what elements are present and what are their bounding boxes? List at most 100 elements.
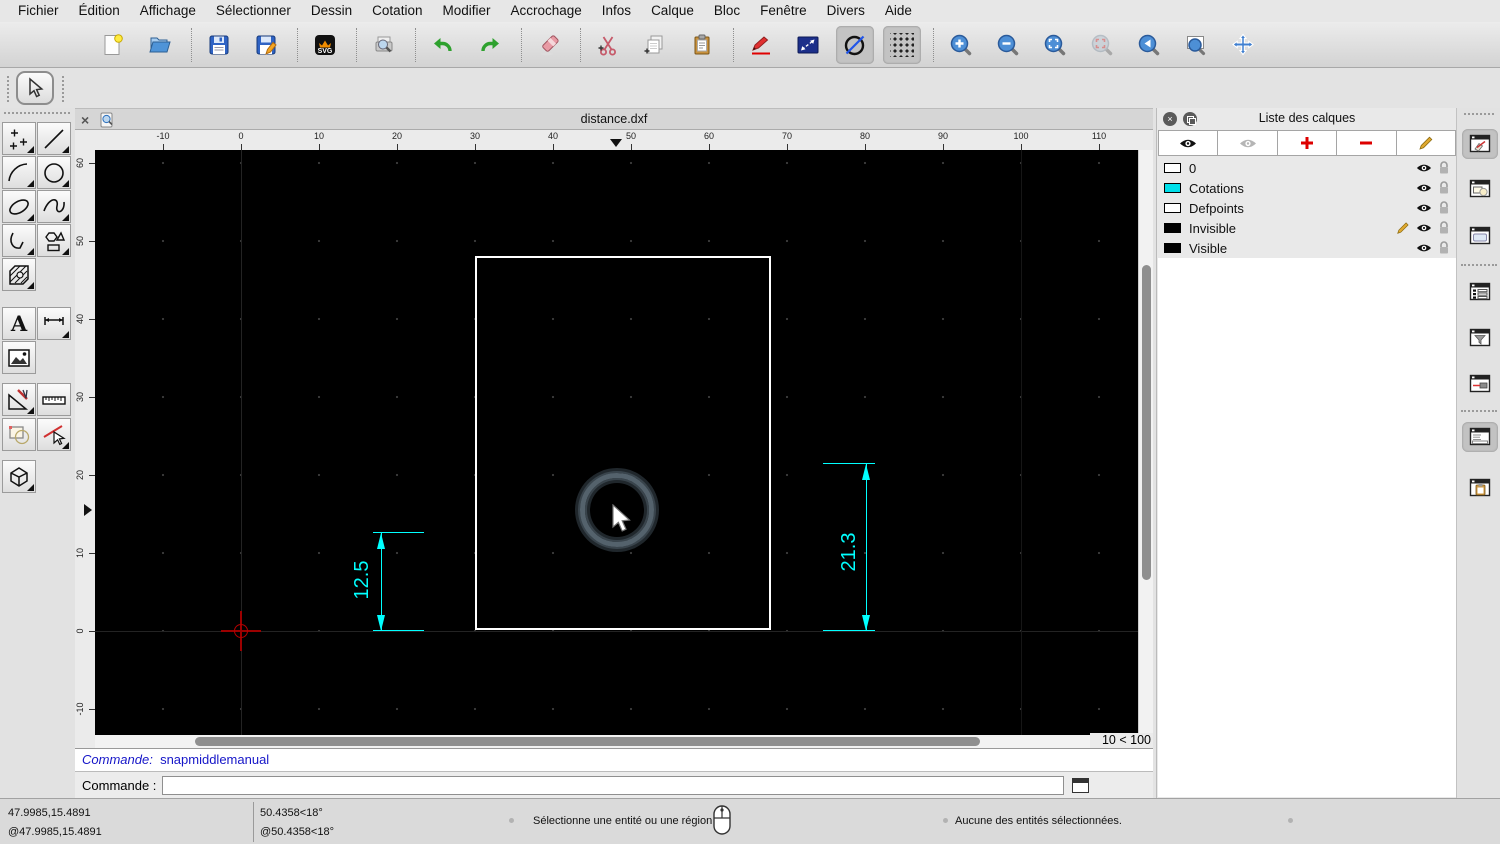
add-layer-button[interactable] — [1278, 131, 1338, 155]
pen-attributes-button[interactable] — [742, 26, 780, 64]
layer-lock-icon[interactable] — [1438, 241, 1450, 255]
redo-button[interactable] — [471, 26, 509, 64]
delete-button[interactable] — [530, 26, 568, 64]
circle-line-tool-button[interactable] — [836, 25, 874, 64]
selection-tool-button[interactable] — [16, 71, 54, 105]
hide-all-layers-button[interactable] — [1218, 131, 1278, 155]
horizontal-scrollbar[interactable] — [95, 735, 1090, 748]
toggle-clipboard-panel-button[interactable] — [1465, 473, 1495, 503]
menu-infos[interactable]: Infos — [592, 0, 641, 22]
export-svg-button[interactable]: SVG — [306, 26, 344, 64]
zoom-previous-button[interactable] — [1130, 26, 1168, 64]
menu-bloc[interactable]: Bloc — [704, 0, 750, 22]
palette-drag-handle[interactable] — [4, 112, 70, 114]
spline-tool-button[interactable] — [37, 190, 71, 223]
deselect-tool-button[interactable] — [37, 418, 71, 451]
menu-modifier[interactable]: Modifier — [432, 0, 500, 22]
layer-visibility-eye-icon[interactable] — [1416, 162, 1432, 174]
circle-tool-button[interactable] — [37, 156, 71, 189]
command-dock-button[interactable] — [1072, 777, 1090, 793]
hatch-tool-button[interactable] — [2, 258, 36, 291]
image-tool-button[interactable] — [2, 341, 36, 374]
menu-accrochage[interactable]: Accrochage — [500, 0, 591, 22]
menu-divers[interactable]: Divers — [817, 0, 875, 22]
menu-e-dition[interactable]: Édition — [69, 0, 130, 22]
zoom-out-button[interactable] — [989, 26, 1027, 64]
layer-color-swatch[interactable] — [1164, 163, 1181, 173]
undo-button[interactable] — [424, 26, 462, 64]
toggle-command-widget-button[interactable] — [1462, 422, 1498, 452]
dimension-tool-button[interactable] — [37, 307, 71, 340]
points-tool-button[interactable] — [2, 122, 36, 155]
toolbar-drag-handle[interactable] — [7, 76, 9, 102]
drawing-canvas[interactable]: 12.5 21.3 — [95, 150, 1138, 735]
layer-visibility-eye-icon[interactable] — [1416, 242, 1432, 254]
distance-tool-button[interactable] — [789, 26, 827, 64]
save-as-button[interactable] — [247, 26, 285, 64]
layer-row-invisible[interactable]: Invisible — [1158, 218, 1456, 238]
layer-lock-icon[interactable] — [1438, 181, 1450, 195]
menu-fene-tre[interactable]: Fenêtre — [750, 0, 817, 22]
ellipse-tool-button[interactable] — [2, 190, 36, 223]
menu-affichage[interactable]: Affichage — [130, 0, 206, 22]
measure-tool-button[interactable] — [37, 383, 71, 416]
toggle-layer-list-button[interactable] — [1462, 129, 1498, 159]
layer-row-defpoints[interactable]: Defpoints — [1158, 198, 1456, 218]
layer-visibility-eye-icon[interactable] — [1416, 182, 1432, 194]
layer-color-swatch[interactable] — [1164, 203, 1181, 213]
layer-visibility-eye-icon[interactable] — [1416, 202, 1432, 214]
dimension-value[interactable]: 21.3 — [838, 517, 860, 587]
toggle-entity-list-button[interactable] — [1465, 277, 1495, 307]
toggle-library-browser-button[interactable] — [1465, 221, 1495, 251]
open-file-button[interactable] — [141, 26, 179, 64]
arc-tool-button[interactable] — [2, 156, 36, 189]
polyline-tool-button[interactable] — [2, 224, 36, 257]
layer-lock-icon[interactable] — [1438, 161, 1450, 175]
rectangle-entity[interactable] — [475, 256, 771, 630]
save-button[interactable] — [200, 26, 238, 64]
paste-button[interactable] — [683, 26, 721, 64]
zoom-auto-button[interactable] — [1036, 26, 1074, 64]
toggle-block-list-button[interactable] — [1465, 174, 1495, 204]
zoom-selection-button[interactable] — [1083, 26, 1121, 64]
print-preview-button[interactable] — [365, 26, 403, 64]
layer-lock-icon[interactable] — [1438, 221, 1450, 235]
dimension-line[interactable] — [866, 464, 867, 631]
layer-color-swatch[interactable] — [1164, 243, 1181, 253]
line-tool-button[interactable] — [37, 122, 71, 155]
toggle-pen-palette-button[interactable] — [1465, 369, 1495, 399]
polygon-tool-button[interactable] — [37, 224, 71, 257]
modify-tools-button[interactable] — [2, 383, 36, 416]
zoom-window-button[interactable] — [1177, 26, 1215, 64]
cut-button[interactable] — [589, 26, 627, 64]
menu-calque[interactable]: Calque — [641, 0, 704, 22]
new-file-button[interactable] — [94, 26, 132, 64]
order-tool-button[interactable] — [2, 418, 36, 451]
edit-layer-button[interactable] — [1397, 131, 1455, 155]
menu-aide[interactable]: Aide — [875, 0, 922, 22]
text-tool-button[interactable]: A — [2, 307, 36, 340]
layer-color-swatch[interactable] — [1164, 223, 1181, 233]
layer-row-cotations[interactable]: Cotations — [1158, 178, 1456, 198]
menu-dessin[interactable]: Dessin — [301, 0, 362, 22]
toolbar-drag-handle[interactable] — [62, 76, 64, 102]
3d-box-tool-button[interactable] — [2, 460, 36, 493]
zoom-in-button[interactable] — [942, 26, 980, 64]
layer-visibility-eye-icon[interactable] — [1416, 222, 1432, 234]
toggle-filter-button[interactable] — [1465, 323, 1495, 353]
show-all-layers-button[interactable] — [1159, 131, 1219, 155]
remove-layer-button[interactable] — [1337, 131, 1397, 155]
layer-lock-icon[interactable] — [1438, 201, 1450, 215]
command-input[interactable] — [162, 775, 1065, 795]
menu-se-lectionner[interactable]: Sélectionner — [206, 0, 301, 22]
vertical-scrollbar[interactable] — [1138, 150, 1153, 735]
dimension-value[interactable]: 12.5 — [351, 550, 373, 610]
menu-fichier[interactable]: Fichier — [8, 0, 69, 22]
pan-button[interactable] — [1224, 26, 1262, 64]
dock-drag-handle[interactable] — [1464, 113, 1494, 115]
layer-row-0[interactable]: 0 — [1158, 158, 1456, 178]
horizontal-scrollbar-thumb[interactable] — [195, 737, 980, 746]
copy-button[interactable] — [636, 26, 674, 64]
layer-row-visible[interactable]: Visible — [1158, 238, 1456, 258]
snap-grid-button[interactable] — [883, 25, 921, 64]
